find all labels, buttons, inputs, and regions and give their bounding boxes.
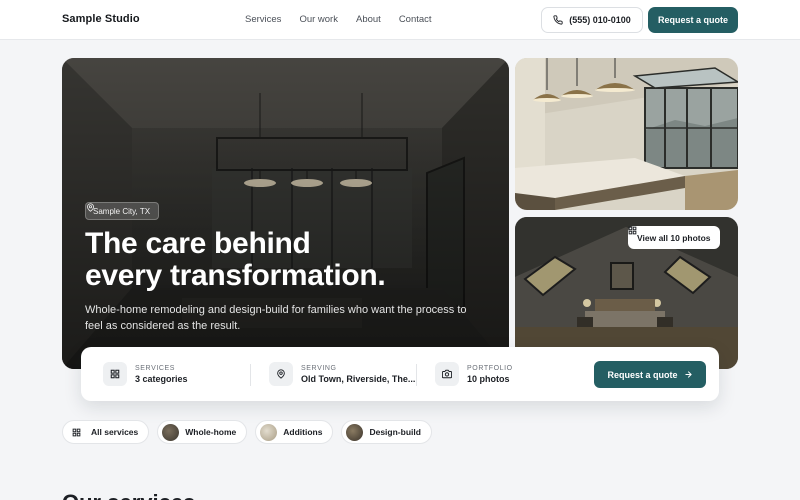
grid-icon xyxy=(628,226,637,235)
camera-icon xyxy=(442,369,452,379)
kitchen-photo xyxy=(515,58,738,210)
divider xyxy=(250,364,251,386)
nav-our-work[interactable]: Our work xyxy=(299,14,338,25)
map-pin-icon xyxy=(277,369,285,379)
hero-title: The care behind every transformation. xyxy=(85,228,465,292)
info-services: SERVICES 3 categories xyxy=(103,361,188,387)
phone-icon xyxy=(553,15,563,25)
info-portfolio: PORTFOLIO 10 photos xyxy=(435,361,513,387)
filter-all-services[interactable]: All services xyxy=(62,420,150,444)
portfolio-label: PORTFOLIO xyxy=(467,364,513,372)
filter-design-build[interactable]: Design-build xyxy=(341,420,432,444)
filter-label: All services xyxy=(91,427,139,437)
info-card: SERVICES 3 categories SERVING Old Town, … xyxy=(81,347,719,401)
request-quote-button[interactable]: Request a quote xyxy=(594,361,706,388)
divider xyxy=(416,364,417,386)
additions-thumbnail xyxy=(260,423,278,441)
serving-value: Old Town, Riverside, The... xyxy=(301,373,416,384)
filter-whole-home[interactable]: Whole-home xyxy=(157,420,248,444)
portfolio-icon-box xyxy=(435,362,459,386)
phone-button[interactable]: (555) 010-0100 xyxy=(541,7,643,33)
service-filter-chips: All services Whole-home Additions Design… xyxy=(62,420,432,444)
grid-icon xyxy=(68,424,85,441)
phone-number: (555) 010-0100 xyxy=(569,15,631,25)
whole-home-thumbnail xyxy=(162,423,180,441)
serving-icon-box xyxy=(269,362,293,386)
brand-logo[interactable]: Sample Studio xyxy=(62,13,140,25)
info-serving: SERVING Old Town, Riverside, The... xyxy=(269,361,415,387)
section-heading: Our services xyxy=(62,490,195,500)
hero-image-living-room[interactable]: Sample City, TX The care behind every tr… xyxy=(62,58,509,369)
filter-label: Additions xyxy=(283,427,323,437)
site-header: Sample Studio Services Our work About Co… xyxy=(0,0,800,40)
hero-title-line-2: every transformation. xyxy=(85,259,386,292)
services-icon-box xyxy=(103,362,127,386)
portfolio-value: 10 photos xyxy=(467,373,510,384)
nav-about[interactable]: About xyxy=(356,14,381,25)
filter-label: Whole-home xyxy=(185,427,237,437)
view-all-photos-button[interactable]: View all 10 photos xyxy=(628,226,720,249)
hero-subtitle: Whole-home remodeling and design-build f… xyxy=(85,304,467,332)
services-value: 3 categories xyxy=(135,373,188,384)
design-build-thumbnail xyxy=(346,423,364,441)
view-all-label: View all 10 photos xyxy=(637,232,711,243)
location-badge: Sample City, TX xyxy=(85,202,160,220)
arrow-right-icon xyxy=(684,371,692,378)
nav-services[interactable]: Services xyxy=(245,14,281,25)
services-label: SERVICES xyxy=(135,364,176,372)
grid-icon xyxy=(110,369,120,379)
serving-label: SERVING xyxy=(301,364,337,372)
nav-contact[interactable]: Contact xyxy=(399,14,432,25)
filter-additions[interactable]: Additions xyxy=(255,420,334,444)
request-quote-button-header[interactable]: Request a quote xyxy=(648,7,738,33)
map-pin-icon xyxy=(87,203,94,212)
request-quote-label: Request a quote xyxy=(607,369,678,380)
location-text: Sample City, TX xyxy=(93,206,151,216)
main-nav: Services Our work About Contact xyxy=(245,14,432,25)
hero-title-line-1: The care behind xyxy=(85,227,311,260)
gallery-image-kitchen[interactable] xyxy=(515,58,738,210)
filter-label: Design-build xyxy=(369,427,421,437)
